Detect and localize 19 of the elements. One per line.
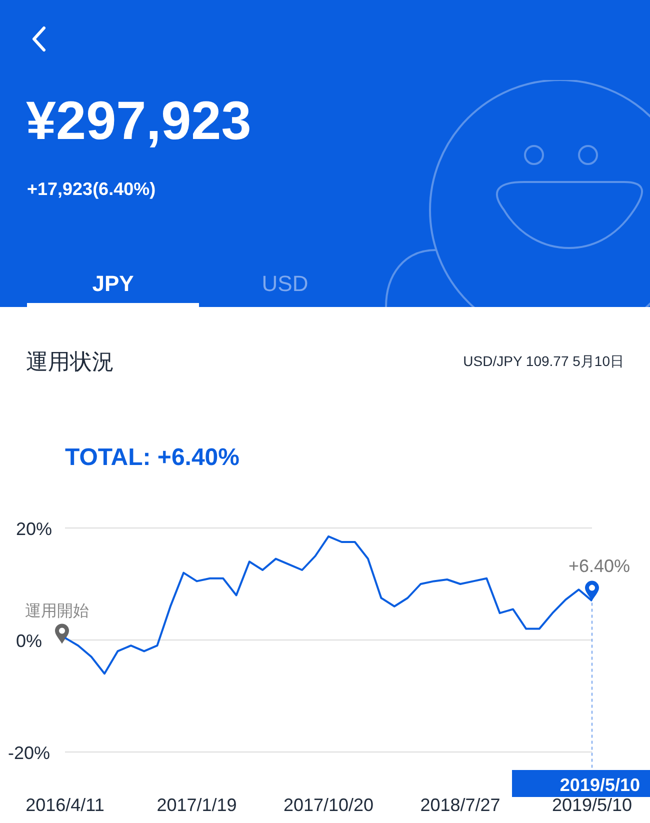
change-amount: +17,923(6.40%): [27, 180, 156, 198]
location-pin-icon: [585, 580, 599, 601]
x-tick-label: 2016/4/11: [26, 795, 104, 815]
location-pin-icon: [55, 624, 69, 644]
x-tick-label: 2019/5/10: [552, 795, 632, 815]
y-tick-label: -20%: [8, 743, 50, 763]
total-amount: ¥297,923: [26, 94, 252, 148]
y-tick-label: 0%: [16, 631, 42, 651]
chart-title: TOTAL: +6.40%: [65, 444, 240, 471]
currency-tab[interactable]: JPY: [27, 263, 199, 307]
x-tick-label: 2017/10/20: [283, 795, 374, 815]
x-tick-label: 2017/1/19: [156, 795, 237, 815]
x-tick-label: 2018/7/27: [420, 795, 500, 815]
exchange-rate: USD/JPY 109.77 5月10日: [463, 352, 624, 371]
end-value-label: +6.40%: [568, 556, 630, 576]
start-label: 運用開始: [25, 602, 89, 620]
y-tick-label: 20%: [16, 519, 52, 539]
section-title: 運用状況: [26, 348, 114, 376]
cursor-date-label: 2019/5/10: [560, 775, 640, 795]
